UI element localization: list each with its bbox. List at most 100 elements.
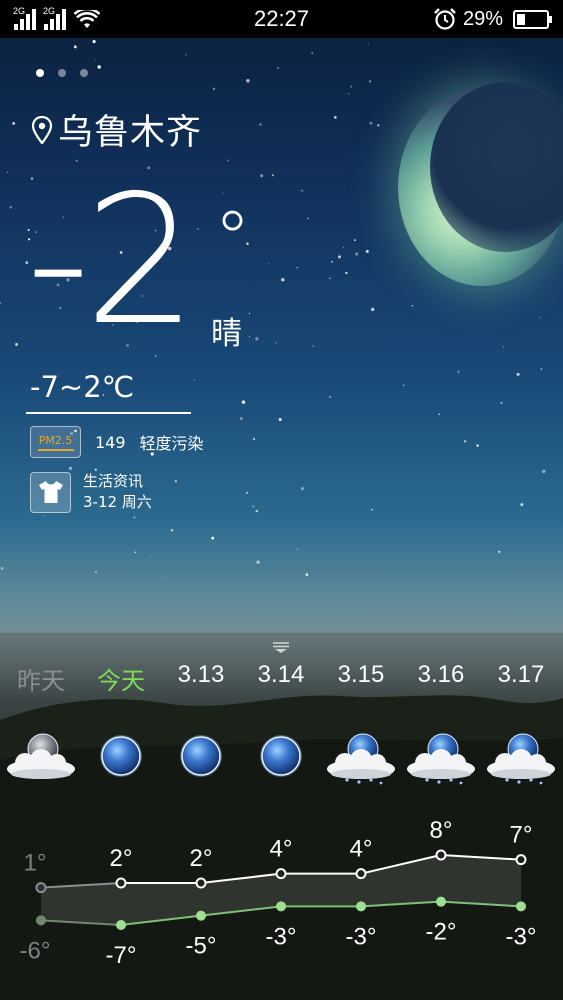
star — [296, 266, 298, 269]
star — [94, 59, 96, 61]
pm25-badge: PM2.5 — [30, 426, 81, 458]
page-dot-active[interactable] — [36, 69, 44, 77]
star — [252, 505, 255, 508]
clear-night-icon[interactable] — [161, 725, 241, 787]
star — [15, 342, 18, 346]
star — [348, 93, 350, 95]
star — [226, 159, 230, 162]
star — [371, 508, 373, 511]
page-indicator[interactable] — [36, 69, 88, 77]
star — [350, 85, 353, 88]
star — [371, 307, 375, 312]
low-point — [196, 910, 206, 921]
status-bar: 2G 2G 22:27 29% — [0, 0, 563, 38]
low-point — [436, 896, 446, 907]
forecast-day-label[interactable]: 3.13 — [161, 661, 241, 689]
city-name[interactable]: 乌鲁木齐 — [58, 104, 202, 155]
star — [255, 337, 259, 341]
air-quality-row[interactable]: PM2.5 149 轻度污染 — [30, 426, 204, 458]
forecast-day-label[interactable]: 3.15 — [321, 661, 401, 689]
star — [368, 80, 372, 83]
star — [68, 466, 73, 470]
low-temp-label: -5° — [186, 933, 217, 960]
low-point — [116, 920, 126, 930]
star — [305, 573, 309, 576]
star — [411, 304, 414, 307]
star — [271, 174, 274, 177]
forecast-icons — [0, 725, 563, 787]
star — [539, 317, 541, 319]
clear-night-icon[interactable] — [241, 725, 321, 787]
star — [268, 263, 270, 265]
star — [281, 278, 285, 282]
star — [174, 480, 177, 483]
low-point — [356, 901, 366, 912]
star — [94, 571, 97, 574]
star — [345, 271, 348, 275]
degree-symbol: ° — [214, 196, 251, 282]
forecast-day-label[interactable]: 3.16 — [401, 661, 481, 689]
current-temperature: -2 — [26, 157, 198, 364]
star — [367, 43, 369, 45]
high-point — [515, 854, 527, 866]
star — [92, 40, 96, 44]
life-info-date: 3-12 周六 — [83, 493, 152, 511]
life-info-row[interactable]: 生活资讯 3-12 周六 — [30, 471, 152, 513]
low-temp-label: -3° — [346, 923, 377, 950]
aqi-value: 149 — [95, 432, 126, 452]
low-temp-label: -6° — [20, 937, 51, 964]
star — [211, 536, 215, 540]
star — [246, 491, 249, 494]
star — [193, 379, 195, 382]
shirt-icon — [30, 471, 71, 513]
forecast-day-label[interactable]: 3.14 — [241, 661, 321, 689]
star — [516, 372, 520, 376]
star — [259, 123, 262, 126]
forecast-day-label[interactable]: 3.17 — [481, 661, 561, 689]
star — [197, 228, 199, 230]
star — [377, 124, 380, 127]
location-row[interactable]: 乌鲁木齐 — [32, 104, 202, 155]
weather-condition: 晴 — [211, 316, 242, 352]
high-point — [435, 849, 447, 861]
star — [296, 548, 298, 550]
star — [12, 121, 16, 125]
forecast-day-label[interactable]: 昨天 — [1, 661, 81, 696]
star — [330, 260, 333, 263]
star — [312, 345, 314, 347]
cloudy-night-icon[interactable] — [1, 725, 81, 787]
star — [438, 413, 440, 415]
star — [97, 65, 101, 69]
high-temp-label: 2° — [190, 845, 213, 872]
pm25-badge-label: PM2.5 — [38, 433, 73, 447]
high-point — [355, 868, 367, 880]
star — [365, 249, 369, 253]
high-point — [195, 877, 207, 889]
chevron-down-icon[interactable] — [272, 640, 290, 654]
star — [260, 174, 264, 178]
star — [301, 189, 304, 192]
high-temp-label: 8° — [430, 817, 453, 844]
star — [463, 440, 467, 443]
temperature-range: -7~2℃ — [30, 370, 135, 404]
page-dot[interactable] — [80, 69, 88, 77]
high-point — [35, 882, 47, 894]
star — [0, 302, 2, 305]
forecast-day-label[interactable]: 今天 — [81, 661, 161, 696]
star — [0, 567, 4, 570]
low-point — [36, 915, 46, 926]
high-temp-label: 4° — [350, 836, 373, 863]
alarm-icon — [434, 8, 456, 30]
star — [278, 417, 282, 422]
star — [300, 487, 304, 491]
snowy-night-icon[interactable] — [481, 725, 561, 787]
snowy-night-icon[interactable] — [321, 725, 401, 787]
snowy-night-icon[interactable] — [401, 725, 481, 787]
clear-night-icon[interactable] — [81, 725, 161, 787]
star — [342, 246, 345, 249]
page-dot[interactable] — [58, 69, 66, 77]
star — [134, 551, 137, 554]
star — [239, 417, 243, 420]
star — [307, 217, 309, 220]
star — [246, 78, 250, 83]
